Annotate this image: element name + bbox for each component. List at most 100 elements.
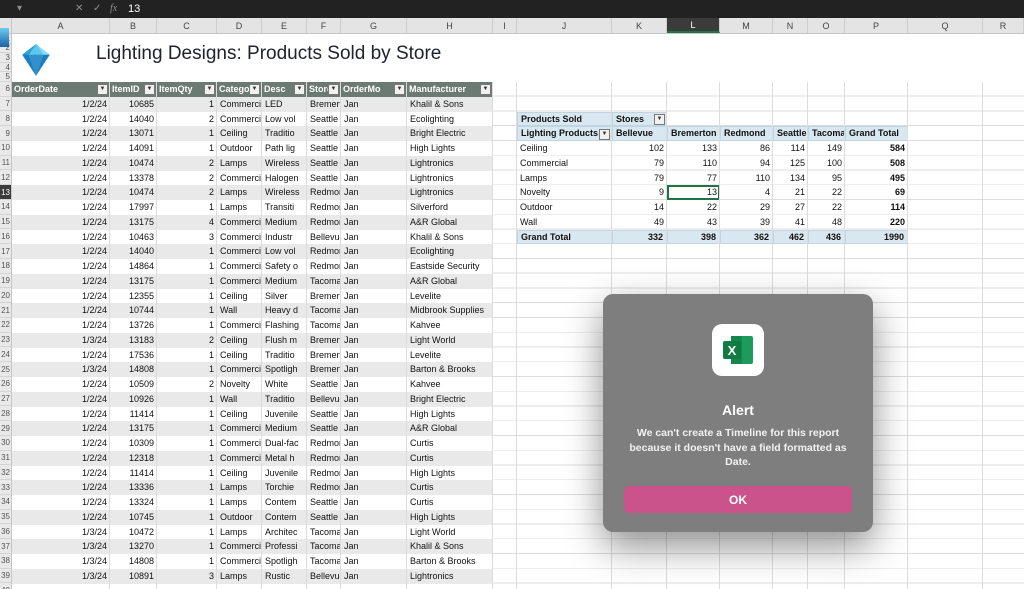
table-cell[interactable]: 1/2/24 [12, 259, 110, 274]
table-cell[interactable]: 1/2/24 [12, 348, 110, 363]
pivot-value-cell[interactable]: 39 [720, 215, 773, 230]
pivot-value-cell[interactable]: 508 [845, 156, 908, 171]
table-cell[interactable]: Jan [341, 200, 407, 215]
row-header-23[interactable]: 23 [0, 333, 11, 348]
table-cell[interactable]: Jan [341, 185, 407, 200]
pivot-value-cell[interactable]: 41 [773, 215, 808, 230]
pivot-row-label[interactable]: Commercial [517, 156, 612, 171]
table-cell[interactable]: Jan [341, 318, 407, 333]
table-cell[interactable]: Novelty [217, 377, 262, 392]
table-cell[interactable]: Levelite [407, 289, 493, 304]
formula-input[interactable]: 13 [128, 0, 140, 18]
table-cell[interactable]: High Lights [407, 407, 493, 422]
pivot-column-header-bremerton[interactable]: Bremerton [667, 126, 720, 141]
pivot-value-cell[interactable]: 125 [773, 156, 808, 171]
table-cell[interactable]: 14864 [110, 259, 157, 274]
column-header-n[interactable]: N [773, 18, 808, 33]
row-header-17[interactable]: 17 [0, 244, 11, 259]
pivot-value-cell[interactable]: 133 [667, 141, 720, 156]
table-cell[interactable]: Jan [341, 525, 407, 540]
column-header-g[interactable]: G [341, 18, 407, 33]
table-cell[interactable]: Jan [341, 377, 407, 392]
table-cell[interactable]: Traditio [262, 126, 307, 141]
column-header-q[interactable]: Q [908, 18, 983, 33]
table-cell[interactable]: 13071 [110, 126, 157, 141]
table-cell[interactable]: Seattle [307, 156, 341, 171]
table-cell[interactable]: Ceiling [217, 466, 262, 481]
pivot-row-label[interactable]: Novelty [517, 185, 612, 200]
row-header-20[interactable]: 20 [0, 288, 11, 304]
table-cell[interactable]: Ceiling [217, 126, 262, 141]
table-cell[interactable]: 1/2/24 [12, 495, 110, 510]
table-header-category[interactable]: Category ▼ [217, 82, 262, 97]
table-cell[interactable]: Ceiling [217, 333, 262, 348]
table-cell[interactable]: A&R Global [407, 215, 493, 230]
column-header-k[interactable]: K [612, 18, 667, 33]
column-header-m[interactable]: M [720, 18, 773, 33]
table-cell[interactable]: 1/2/24 [12, 421, 110, 436]
table-cell[interactable]: 1/3/24 [12, 569, 110, 584]
table-cell[interactable]: 2 [157, 377, 217, 392]
table-cell[interactable]: 14808 [110, 362, 157, 377]
table-cell[interactable]: 1/2/24 [12, 466, 110, 481]
table-cell[interactable]: Seattle [307, 126, 341, 141]
table-cell[interactable]: 1/2/24 [12, 97, 110, 112]
table-cell[interactable]: Commercial [217, 436, 262, 451]
table-cell[interactable]: Jan [341, 274, 407, 289]
table-cell[interactable]: 14040 [110, 112, 157, 127]
table-cell[interactable]: 10472 [110, 525, 157, 540]
table-cell[interactable]: 1 [157, 421, 217, 436]
table-cell[interactable]: Jan [341, 333, 407, 348]
pivot-column-header-bellevue[interactable]: Bellevue [612, 126, 667, 141]
table-cell[interactable]: Curtis [407, 436, 493, 451]
table-cell[interactable]: Seattle [307, 377, 341, 392]
table-cell[interactable]: 1/2/24 [12, 156, 110, 171]
table-cell[interactable]: Bright Electric [407, 392, 493, 407]
filter-button-ordermo[interactable]: ▼ [394, 83, 405, 95]
table-cell[interactable]: Jan [341, 289, 407, 304]
pivot-column-header-seattle[interactable]: Seattle [773, 126, 808, 141]
table-cell[interactable]: Jan [341, 259, 407, 274]
column-header-r[interactable]: R [983, 18, 1024, 33]
row-header-21[interactable]: 21 [0, 303, 11, 318]
pivot-value-cell[interactable]: 134 [773, 171, 808, 186]
table-cell[interactable]: Silver [262, 289, 307, 304]
table-cell[interactable]: 13324 [110, 495, 157, 510]
table-cell[interactable]: Lamps [217, 185, 262, 200]
row-header-33[interactable]: 33 [0, 480, 11, 495]
table-cell[interactable]: 12318 [110, 451, 157, 466]
table-cell[interactable]: 1/2/24 [12, 407, 110, 422]
table-cell[interactable]: Curtis [407, 480, 493, 495]
table-cell[interactable]: Seattle [307, 495, 341, 510]
table-cell[interactable]: Redmond [307, 451, 341, 466]
namebox-dropdown-icon[interactable]: ▾ [17, 0, 22, 18]
table-cell[interactable]: Jan [341, 421, 407, 436]
pivot-selected-cell[interactable]: 13 [667, 185, 720, 200]
table-cell[interactable]: 1/2/24 [12, 230, 110, 245]
table-cell[interactable]: Dual-fac [262, 436, 307, 451]
table-cell[interactable]: Commercial [217, 259, 262, 274]
row-header-15[interactable]: 15 [0, 215, 11, 230]
table-cell[interactable]: Spotligh [262, 362, 307, 377]
pivot-value-cell[interactable]: 94 [720, 156, 773, 171]
row-header-16[interactable]: 16 [0, 229, 11, 245]
row-header-11[interactable]: 11 [0, 156, 11, 171]
table-cell[interactable]: Jan [341, 436, 407, 451]
table-cell[interactable]: 1/2/24 [12, 112, 110, 127]
table-cell[interactable]: Lightronics [407, 171, 493, 186]
pivot-value-cell[interactable]: 95 [808, 171, 845, 186]
table-header-store[interactable]: Store ▼ [307, 82, 341, 97]
column-header-p[interactable]: P [845, 18, 908, 33]
pivot-value-cell[interactable]: 584 [845, 141, 908, 156]
table-cell[interactable]: 1 [157, 259, 217, 274]
table-cell[interactable]: 1 [157, 244, 217, 259]
table-cell[interactable]: Bremerton [307, 289, 341, 304]
row-header-34[interactable]: 34 [0, 495, 11, 510]
table-cell[interactable]: Light World [407, 333, 493, 348]
table-cell[interactable]: 10474 [110, 156, 157, 171]
pivot-value-cell[interactable]: 79 [612, 171, 667, 186]
table-cell[interactable]: 1 [157, 554, 217, 569]
table-cell[interactable]: 1 [157, 436, 217, 451]
table-cell[interactable]: Contem [262, 495, 307, 510]
table-cell[interactable]: Jan [341, 215, 407, 230]
